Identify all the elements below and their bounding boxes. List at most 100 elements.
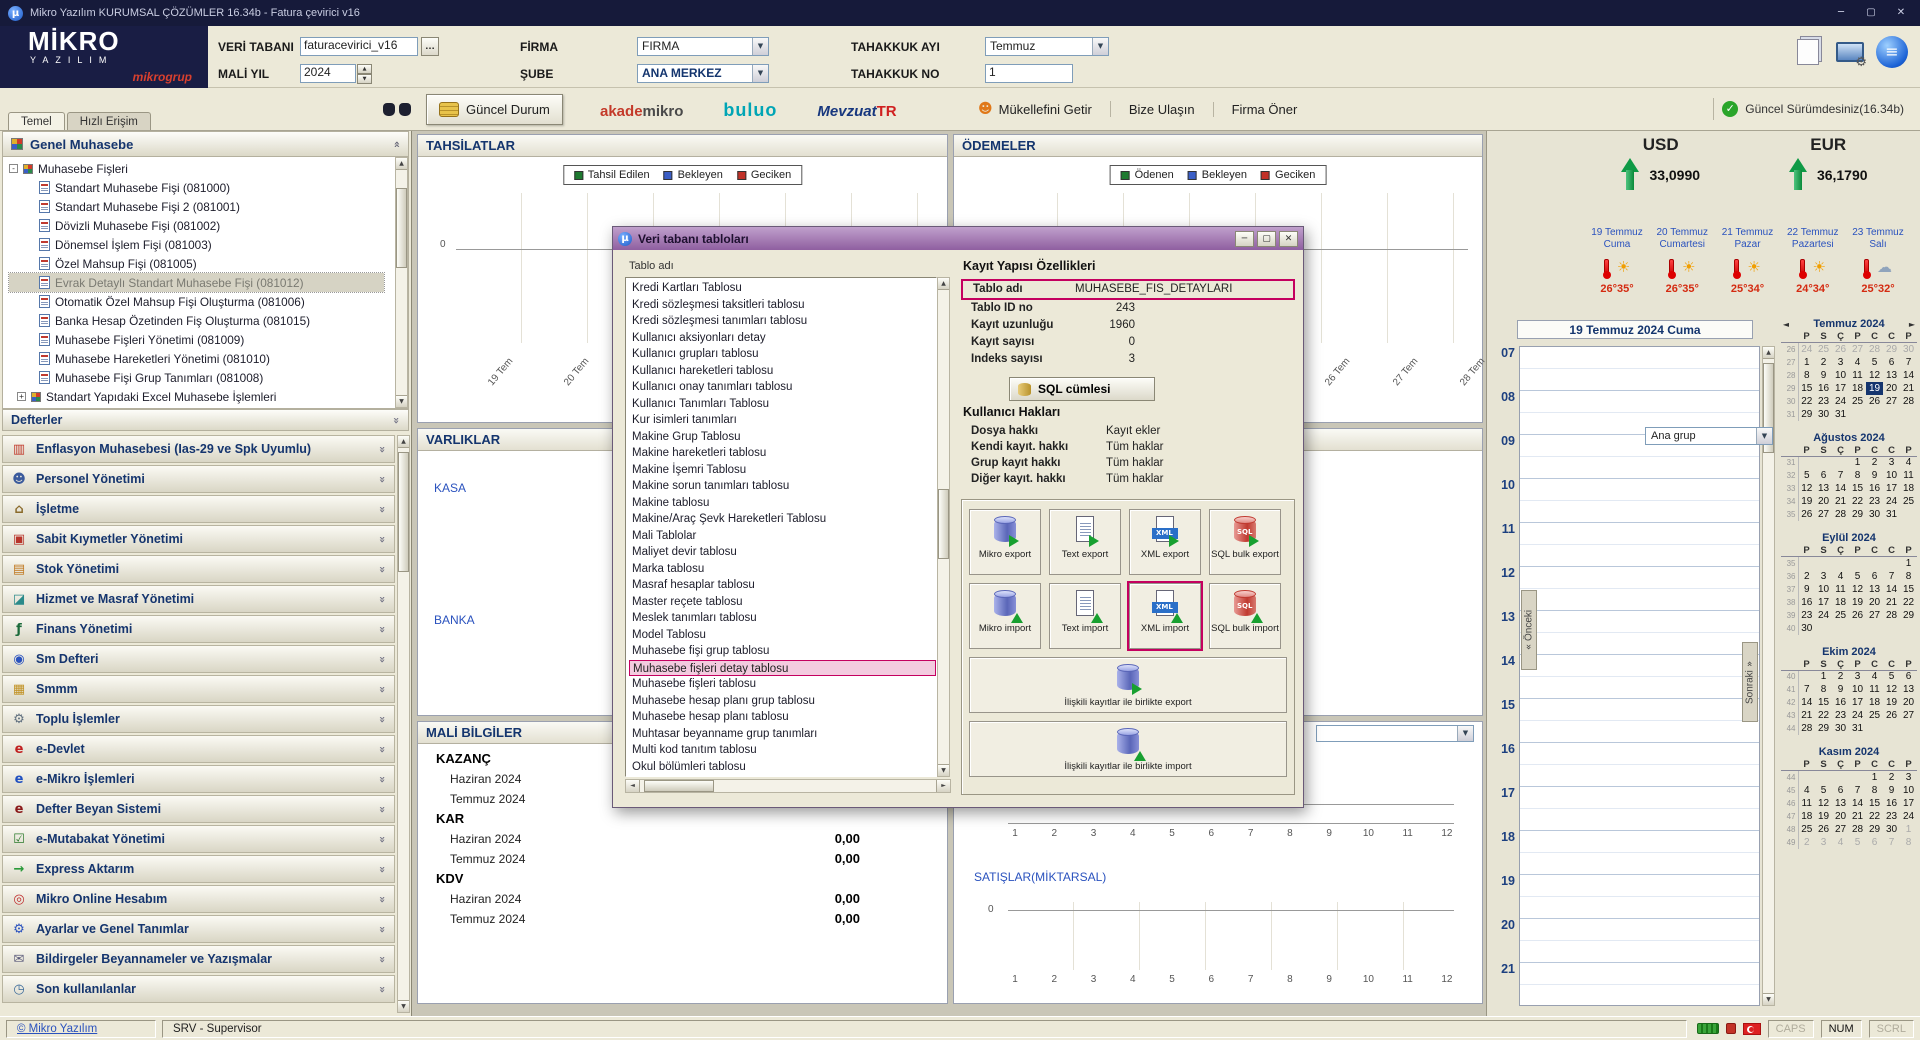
calendar-day[interactable]: 9 (1798, 583, 1815, 596)
calendar-day[interactable]: 7 (1849, 784, 1866, 797)
calendar-day[interactable] (1832, 622, 1849, 635)
calendar-day[interactable]: 7 (1900, 356, 1917, 369)
calendar-day[interactable]: 22 (1815, 709, 1832, 722)
calendar-day[interactable]: 26 (1815, 823, 1832, 836)
calendar-day[interactable]: 7 (1798, 683, 1815, 696)
sidebar-section[interactable]: ⚙ Toplu İşlemler » (2, 705, 395, 733)
calendar-day[interactable]: 10 (1849, 683, 1866, 696)
chevron-down-icon[interactable]: ▼ (752, 65, 768, 82)
calendar-day[interactable] (1883, 722, 1900, 735)
calendar-day[interactable] (1900, 622, 1917, 635)
mikro-menu-icon[interactable]: ≡ (1874, 34, 1910, 70)
calendar-day[interactable]: 28 (1866, 343, 1883, 356)
calendar-day[interactable]: 6 (1883, 356, 1900, 369)
calendar-day[interactable]: 22 (1849, 495, 1866, 508)
table-list-item[interactable]: Makine İşemri Tablosu (629, 462, 936, 479)
calendar-day[interactable]: 30 (1866, 508, 1883, 521)
calendar-day[interactable]: 9 (1883, 784, 1900, 797)
import-button[interactable]: Text import (1049, 583, 1121, 649)
import-button[interactable]: XML import (1129, 583, 1201, 649)
calendar-day[interactable] (1866, 408, 1883, 421)
copyright-link[interactable]: © Mikro Yazılım (6, 1020, 156, 1038)
calendar-day[interactable]: 3 (1883, 456, 1900, 469)
calendar-day[interactable]: 21 (1900, 382, 1917, 395)
calendar-day[interactable]: 25 (1900, 495, 1917, 508)
tree-folder-muhasebe-fisleri[interactable]: - Muhasebe Fişleri (9, 159, 384, 178)
table-list-item[interactable]: Makine hareketleri tablosu (629, 445, 936, 462)
calendar-day[interactable]: 4 (1798, 784, 1815, 797)
calendar-day[interactable]: 25 (1815, 343, 1832, 356)
sidebar-section[interactable]: ◷ Son kullanılanlar » (2, 975, 395, 1003)
calendar-day[interactable]: 29 (1900, 609, 1917, 622)
calendar-day[interactable]: 29 (1815, 722, 1832, 735)
calendar-day[interactable]: 24 (1815, 609, 1832, 622)
tree-item[interactable]: Otomatik Özel Mahsup Fişi Oluşturma (081… (9, 292, 384, 311)
day-calendar-grid[interactable] (1519, 346, 1760, 1006)
tree-item[interactable]: Muhasebe Hareketleri Yönetimi (081010) (9, 349, 384, 368)
sidebar-section-defterler[interactable]: Defterler » (2, 409, 409, 431)
sidebar-section[interactable]: ✉ Bildirgeler Beyannameler ve Yazışmalar… (2, 945, 395, 973)
calendar-day[interactable]: 4 (1832, 570, 1849, 583)
sidebar-section[interactable]: ▣ Sabit Kıymetler Yönetimi » (2, 525, 395, 553)
table-list-item[interactable]: Model Tablosu (629, 627, 936, 644)
calendar-day[interactable]: 13 (1832, 797, 1849, 810)
calendar-day[interactable]: 18 (1849, 382, 1866, 395)
sidebar-section[interactable]: ƒ Finans Yönetimi » (2, 615, 395, 643)
calendar-day[interactable]: 8 (1866, 784, 1883, 797)
calendar-day[interactable]: 15 (1849, 482, 1866, 495)
calendar-day[interactable]: 19 (1883, 696, 1900, 709)
chevron-down-icon[interactable]: » (390, 416, 403, 423)
calendar-day[interactable]: 16 (1832, 696, 1849, 709)
close-button[interactable]: ✕ (1890, 5, 1912, 21)
calendar-day[interactable]: 7 (1832, 469, 1849, 482)
tree-item[interactable]: Evrak Detaylı Standart Muhasebe Fişi (08… (9, 273, 384, 292)
calendar-day[interactable]: 14 (1900, 369, 1917, 382)
calendar-day[interactable]: 13 (1883, 369, 1900, 382)
export-button[interactable]: XML export (1129, 509, 1201, 575)
calendar-day[interactable]: 30 (1900, 343, 1917, 356)
calendar-day[interactable]: 2 (1798, 570, 1815, 583)
calendar-day[interactable]: 18 (1900, 482, 1917, 495)
calendar-day[interactable]: 13 (1866, 583, 1883, 596)
calendar-day[interactable] (1798, 771, 1815, 784)
tab-hizli-erisim[interactable]: Hızlı Erişim (67, 112, 151, 130)
expand-box-icon[interactable]: + (17, 392, 26, 401)
calendar-day[interactable]: 26 (1883, 709, 1900, 722)
calendar-day[interactable]: 3 (1900, 771, 1917, 784)
table-list-item[interactable]: Master reçete tablosu (629, 594, 936, 611)
calendar-day[interactable]: 26 (1798, 508, 1815, 521)
tree-item-excel[interactable]: + Standart Yapıdaki Excel Muhasebe İşlem… (9, 387, 384, 406)
table-list-item[interactable]: Kullanıcı grupları tablosu (629, 346, 936, 363)
calendar-day[interactable]: 5 (1883, 670, 1900, 683)
calendar-day[interactable]: 25 (1866, 709, 1883, 722)
calendar-day[interactable]: 15 (1815, 696, 1832, 709)
table-list-item[interactable]: Makine Grup Tablosu (629, 429, 936, 446)
collapse-icon[interactable]: » (390, 140, 403, 147)
calendar-day[interactable]: 6 (1866, 570, 1883, 583)
calendar-day[interactable] (1798, 670, 1815, 683)
calendar-day[interactable] (1849, 771, 1866, 784)
calendar-day[interactable]: 28 (1798, 722, 1815, 735)
table-list-item[interactable]: Makine tablosu (629, 495, 936, 512)
guncel-durum-button[interactable]: Güncel Durum (426, 94, 563, 125)
calendar-day[interactable]: 12 (1883, 683, 1900, 696)
calendar-day[interactable] (1900, 722, 1917, 735)
calendar-day[interactable] (1849, 557, 1866, 570)
sidebar-scrollbar[interactable]: ▲▼ (397, 435, 410, 1013)
calendar-day[interactable]: 2 (1798, 836, 1815, 849)
calendar-day[interactable]: 12 (1849, 583, 1866, 596)
tree-item[interactable]: Standart Muhasebe Fişi 2 (081001) (9, 197, 384, 216)
calendar-day[interactable] (1900, 408, 1917, 421)
tree-item[interactable]: Standart Muhasebe Fişi (081000) (9, 178, 384, 197)
calendar-day[interactable]: 1 (1900, 557, 1917, 570)
calendar-day[interactable] (1815, 771, 1832, 784)
reports-icon[interactable] (1790, 34, 1826, 70)
calendar-day[interactable]: 26 (1866, 395, 1883, 408)
table-list-item[interactable]: Kullanıcı Tanımları Tablosu (629, 396, 936, 413)
calendar-day[interactable]: 10 (1815, 583, 1832, 596)
calendar-day[interactable]: 30 (1832, 722, 1849, 735)
menu-link[interactable]: Firma Öner (1214, 102, 1316, 117)
calendar-day[interactable]: 20 (1832, 810, 1849, 823)
sidebar-section[interactable]: ⚙ Ayarlar ve Genel Tanımlar » (2, 915, 395, 943)
table-list-item[interactable]: Kredi Kartları Tablosu (629, 280, 936, 297)
